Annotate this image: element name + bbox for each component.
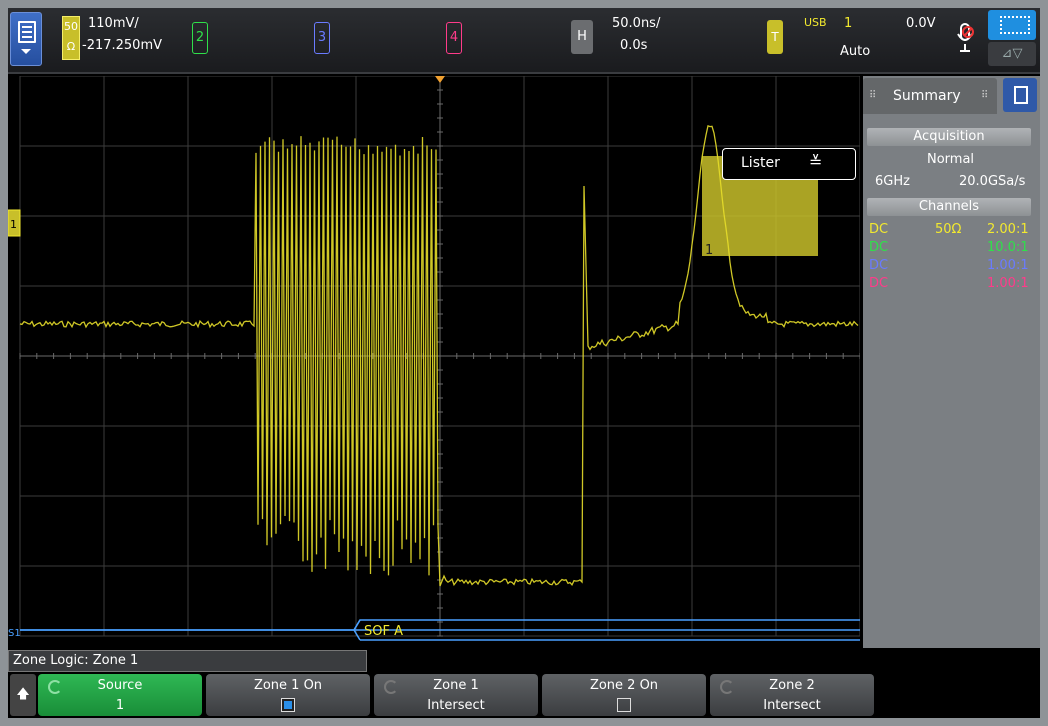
trigger-button[interactable]: T (767, 20, 783, 54)
channel-probe-ratio: 10.0:1 (987, 240, 1029, 255)
menu-title-text: Zone Logic: Zone 1 (13, 653, 139, 668)
tab-summary-label: Summary (893, 88, 961, 104)
menu-title: Zone Logic: Zone 1 (8, 650, 367, 672)
zone2-on-softkey[interactable]: Zone 2 On (542, 674, 706, 716)
acq-mode: Normal (927, 152, 975, 167)
source-softkey[interactable]: Source 1 (38, 674, 202, 716)
draw-mode-button[interactable]: ⊿▽ (988, 42, 1036, 66)
top-status-bar: 50 Ω 110mV/ -217.250mV 2 3 4 H 50.0ns/ 0… (8, 8, 1040, 74)
ch1-marker-label: 1 (10, 218, 17, 231)
zone1-mode-softkey[interactable]: Zone 1 Intersect (374, 674, 538, 716)
lister-button[interactable]: Lister ≚ (722, 148, 856, 180)
channel-coupling: DC (869, 258, 889, 273)
channel-probe-ratio: 1.00:1 (987, 276, 1029, 291)
trigger-position-marker (435, 76, 445, 83)
zone2-on-checkbox[interactable] (617, 698, 631, 712)
time-delay[interactable]: 0.0s (620, 38, 647, 53)
tab-summary[interactable]: ⠿ Summary ⠿ (863, 78, 997, 114)
ch3-button[interactable]: 3 (314, 22, 330, 54)
time-scale[interactable]: 50.0ns/ (612, 16, 660, 31)
bus-label: S1 (8, 628, 21, 639)
horizontal-button[interactable]: H (571, 20, 593, 54)
ch1-input-badge[interactable]: 50 Ω (62, 16, 80, 60)
channel-coupling: DC (869, 240, 889, 255)
ch1-coupling: 50 (64, 20, 78, 33)
ch1-scale[interactable]: 110mV/ (88, 16, 139, 31)
oscilloscope-frame: 50 Ω 110mV/ -217.250mV 2 3 4 H 50.0ns/ 0… (0, 0, 1048, 726)
document-icon (1014, 86, 1028, 104)
select-zone-mode-button[interactable] (988, 10, 1036, 40)
bandwidth: 6GHz (875, 174, 910, 189)
softkey-label: Zone 1 (433, 678, 479, 693)
ch1-unit: Ω (66, 40, 76, 53)
back-arrow-button[interactable]: 🡅 (10, 674, 36, 716)
softkey-label: Zone 2 (769, 678, 815, 693)
softkey-label: Zone 1 On (253, 678, 323, 693)
channels-heading: Channels (867, 198, 1031, 216)
trigger-mode[interactable]: Auto (840, 44, 870, 59)
ch4-button[interactable]: 4 (446, 22, 462, 54)
tab-document[interactable] (1003, 78, 1037, 112)
channel-probe-ratio: 2.00:1 (987, 222, 1029, 237)
zone2-mode-softkey[interactable]: Zone 2 Intersect (710, 674, 874, 716)
acquisition-heading: Acquisition (867, 128, 1031, 146)
summary-panel: ⠿ Summary ⠿ Acquisition Normal 6GHz 20.0… (863, 76, 1040, 648)
softkey-label: Source (97, 678, 143, 693)
bus-decode-text: SOF A (364, 624, 403, 639)
scope-screen: 50 Ω 110mV/ -217.250mV 2 3 4 H 50.0ns/ 0… (8, 8, 1040, 718)
trigger-level[interactable]: 0.0V (906, 16, 936, 31)
channel-coupling: DC (869, 276, 889, 291)
lister-label: Lister (741, 155, 780, 171)
chevron-down-icon (21, 49, 31, 54)
main-menu-button[interactable] (10, 12, 42, 66)
zone-1-label: 1 (705, 243, 713, 258)
channel-coupling: DC (869, 222, 889, 237)
softkey-value: Intersect (763, 698, 821, 713)
zone1-on-softkey[interactable]: Zone 1 On (206, 674, 370, 716)
double-chevron-down-icon: ≚ (809, 152, 823, 171)
drag-handle-icon: ⠿ (869, 90, 877, 101)
waveform-display[interactable]: 1 1 SOF A S1 Lister ≚ (8, 76, 860, 641)
softkey-value: Intersect (427, 698, 485, 713)
ch2-button[interactable]: 2 (192, 22, 208, 54)
channel-impedance: 50Ω (935, 222, 962, 237)
dotted-rect-icon (1000, 16, 1030, 34)
trigger-source[interactable]: 1 (844, 16, 852, 31)
softkey-label: Zone 2 On (589, 678, 659, 693)
drag-handle-icon: ⠿ (981, 90, 989, 101)
softkey-value: 1 (115, 698, 125, 713)
channel-probe-ratio: 1.00:1 (987, 258, 1029, 273)
document-icon (18, 21, 36, 43)
microphone-icon[interactable] (956, 22, 974, 54)
zone1-on-checkbox[interactable] (281, 698, 295, 712)
softkey-bar: 🡅 Source 1 Zone 1 On Zone 1 Intersect Zo… (8, 672, 1040, 718)
trigger-type[interactable]: USB (804, 16, 827, 29)
sample-rate: 20.0GSa/s (959, 174, 1026, 189)
ch1-offset[interactable]: -217.250mV (82, 38, 162, 53)
